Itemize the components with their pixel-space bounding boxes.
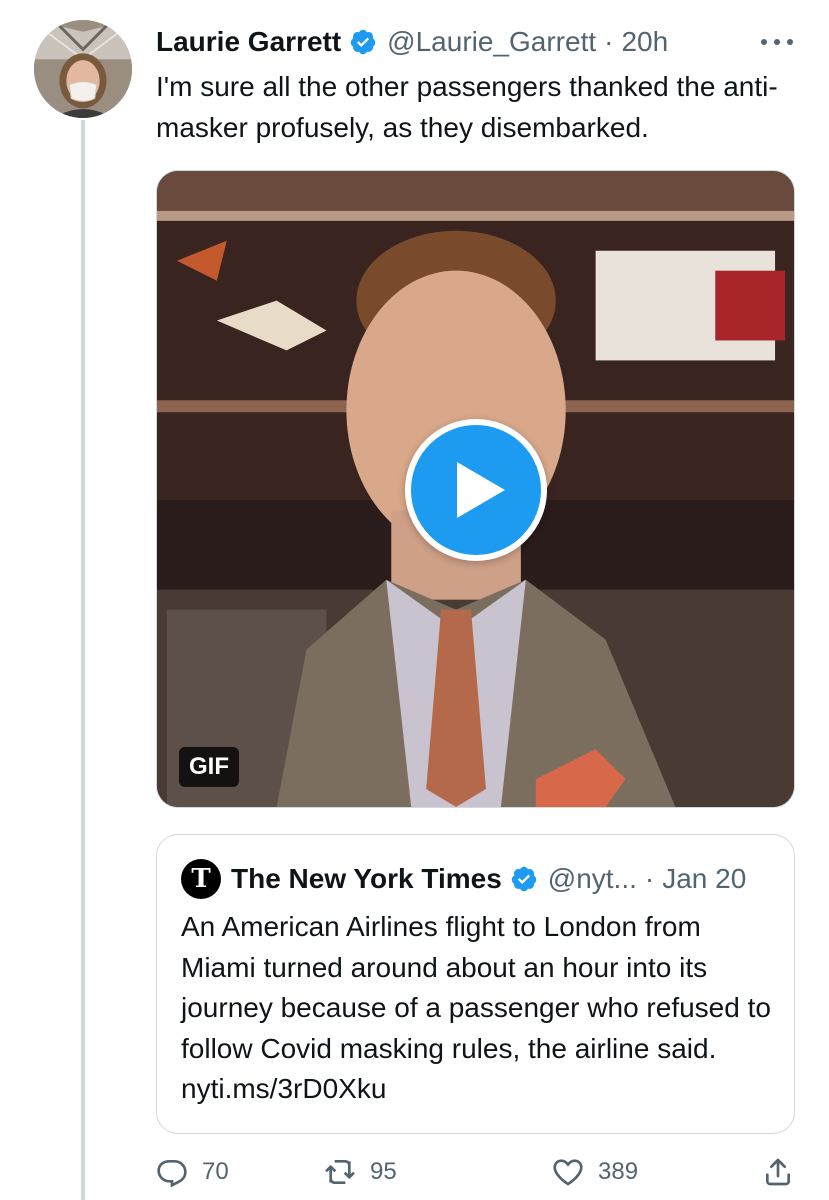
- separator-dot: ·: [644, 863, 655, 894]
- tweet-header: Laurie Garrett @Laurie_Garrett · 20h: [156, 22, 668, 62]
- retweet-count: 95: [370, 1158, 397, 1185]
- retweet-icon: [325, 1160, 355, 1184]
- play-icon: [457, 462, 505, 518]
- quoted-tweet-header: T The New York Times @nyt... · Jan 20: [181, 859, 746, 899]
- verified-badge-icon: [511, 866, 537, 892]
- nyt-logo-icon: T: [181, 859, 221, 899]
- avatar-image: [34, 20, 132, 118]
- quoted-tweet-date[interactable]: Jan 20: [662, 863, 746, 895]
- quoted-tweet-text: An American Airlines flight to London fr…: [181, 911, 771, 1104]
- author-handle[interactable]: @Laurie_Garrett: [387, 26, 596, 58]
- reply-button[interactable]: 70: [156, 1150, 229, 1194]
- reply-count: 70: [202, 1158, 229, 1185]
- retweet-button[interactable]: 95: [324, 1150, 397, 1194]
- reply-icon: [157, 1160, 187, 1188]
- tweet-text: I'm sure all the other passengers thanke…: [156, 71, 778, 143]
- quoted-author-display-name[interactable]: The New York Times: [231, 863, 502, 895]
- more-options-button[interactable]: [761, 30, 793, 54]
- quoted-tweet[interactable]: T The New York Times @nyt... · Jan 20 An…: [156, 834, 795, 1134]
- share-button[interactable]: [762, 1150, 794, 1194]
- thread-connector-line: [81, 120, 85, 1200]
- author-display-name[interactable]: Laurie Garrett: [156, 26, 341, 58]
- play-button[interactable]: [405, 419, 547, 561]
- gif-media[interactable]: GIF: [156, 170, 795, 808]
- share-icon: [766, 1158, 790, 1186]
- like-count: 389: [598, 1158, 639, 1185]
- tweet-timestamp[interactable]: 20h: [621, 26, 668, 58]
- avatar[interactable]: [34, 20, 132, 118]
- more-dot: [774, 39, 780, 45]
- verified-badge-icon: [350, 29, 376, 55]
- quoted-author-handle[interactable]: @nyt...: [548, 863, 637, 895]
- more-dot: [761, 39, 767, 45]
- like-button[interactable]: 389: [552, 1150, 638, 1194]
- tweet-action-bar: 70 95 389: [156, 1150, 796, 1194]
- more-dot: [787, 39, 793, 45]
- separator-dot: ·: [604, 26, 614, 57]
- heart-icon: [553, 1159, 583, 1186]
- gif-badge: GIF: [179, 747, 239, 787]
